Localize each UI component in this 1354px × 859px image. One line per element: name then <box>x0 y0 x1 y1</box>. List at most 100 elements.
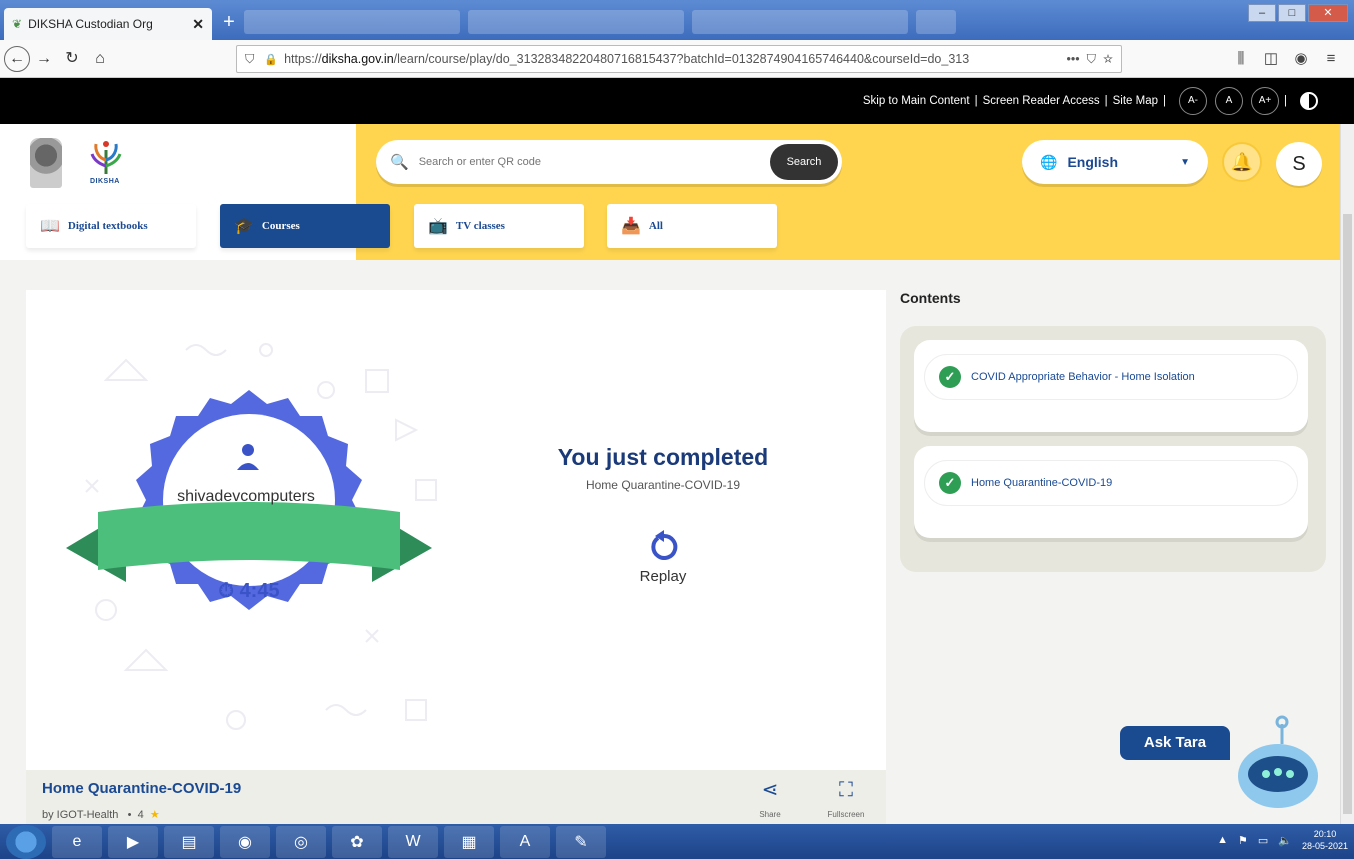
badge-time: ⏱ 4:45 <box>194 580 304 603</box>
fullscreen-button[interactable]: ⛶ Fullscreen <box>816 778 876 819</box>
chevron-down-icon: ▼ <box>1180 156 1190 168</box>
flag-icon[interactable]: ⚑ <box>1238 834 1248 847</box>
contents-heading: Contents <box>900 290 961 306</box>
browser-tab-background[interactable] <box>468 10 684 34</box>
forward-icon[interactable]: → <box>30 45 58 73</box>
volume-icon[interactable]: 🔈 <box>1278 834 1292 847</box>
accessibility-bar: Skip to Main Content | Screen Reader Acc… <box>0 78 1354 124</box>
content-item[interactable]: ✓ Home Quarantine-COVID-19 <box>914 446 1308 538</box>
os-taskbar: e ▶ ▤ ◉ ◎ ✿ W ▦ A ✎ ▲ ⚑ ▭ 🔈 20:10 28-05-… <box>0 824 1354 859</box>
site-map-link[interactable]: Site Map <box>1113 95 1158 107</box>
clock-time: 20:10 <box>1313 829 1337 839</box>
course-title: Home Quarantine-COVID-19 <box>42 780 242 797</box>
browser-tab-background[interactable] <box>692 10 908 34</box>
minimize-icon[interactable]: – <box>1248 4 1276 22</box>
reload-icon[interactable]: ↻ <box>58 45 86 73</box>
clock[interactable]: 20:10 28-05-2021 <box>1302 828 1348 852</box>
media-player-icon[interactable]: ▶ <box>108 825 158 858</box>
account-icon[interactable]: ◉ <box>1286 45 1316 73</box>
tab-all[interactable]: 📥 All <box>607 204 777 248</box>
search-input[interactable] <box>418 156 770 168</box>
screen-reader-link[interactable]: Screen Reader Access <box>983 95 1100 107</box>
browser-tab-bar: ❦ DIKSHA Custodian Org ✕ + – □ ✕ <box>0 0 1354 40</box>
globe-icon: 🌐 <box>1040 153 1058 170</box>
close-tab-icon[interactable]: ✕ <box>192 16 204 33</box>
divider: | <box>1284 95 1287 107</box>
tab-tv-classes[interactable]: 📺 TV classes <box>414 204 584 248</box>
library-icon[interactable]: ⫼ <box>1226 45 1256 73</box>
paint-icon[interactable]: ✎ <box>556 825 606 858</box>
content-item[interactable]: ✓ COVID Appropriate Behavior - Home Isol… <box>914 340 1308 432</box>
window-close-icon[interactable]: ✕ <box>1308 4 1348 22</box>
diksha-favicon-icon: ❦ <box>12 17 23 31</box>
browser-tab-active[interactable]: ❦ DIKSHA Custodian Org ✕ <box>4 8 212 40</box>
chrome-icon[interactable]: ◎ <box>276 825 326 858</box>
replay-button[interactable]: Replay <box>616 568 710 585</box>
lock-icon[interactable]: 🔒 <box>264 53 278 66</box>
star-icon: ★ <box>146 809 160 821</box>
robot-assistant-icon[interactable] <box>1234 714 1322 818</box>
search-bar: 🔍 Search <box>376 140 842 184</box>
font-normal-button[interactable]: A <box>1215 87 1243 115</box>
pdf-icon[interactable]: A <box>500 825 550 858</box>
content-item-title: COVID Appropriate Behavior - Home Isolat… <box>971 371 1195 383</box>
screen-capture-icon[interactable]: ▦ <box>444 825 494 858</box>
firefox-icon[interactable]: ◉ <box>220 825 270 858</box>
folder-icon[interactable]: ▤ <box>164 825 214 858</box>
ask-tara-button[interactable]: Ask Tara <box>1120 726 1230 760</box>
font-increase-button[interactable]: A+ <box>1251 87 1279 115</box>
avatar[interactable]: S <box>1276 142 1322 186</box>
system-tray: ▲ ⚑ ▭ 🔈 20:10 28-05-2021 <box>1217 828 1348 852</box>
check-icon: ✓ <box>939 366 961 388</box>
sidebar-icon[interactable]: ◫ <box>1256 45 1286 73</box>
maximize-icon[interactable]: □ <box>1278 4 1306 22</box>
content-item-row[interactable]: ✓ COVID Appropriate Behavior - Home Isol… <box>924 354 1298 400</box>
browser-tab-title: DIKSHA Custodian Org <box>28 17 153 31</box>
search-icon: 🔍 <box>390 154 409 171</box>
divider: | <box>974 95 978 107</box>
shield-icon[interactable]: ⛉ <box>245 52 254 67</box>
tab-label: Courses <box>261 220 300 232</box>
url-prefix: https:// <box>284 52 322 66</box>
browser-tab-background[interactable] <box>916 10 956 34</box>
player-footer: Home Quarantine-COVID-19 by IGOT-Health … <box>26 770 886 824</box>
word-icon[interactable]: W <box>388 825 438 858</box>
browser-tab-background[interactable] <box>244 10 460 34</box>
contrast-toggle-icon[interactable] <box>1300 92 1318 110</box>
inbox-icon: 📥 <box>621 218 641 235</box>
url-path: /learn/course/play/do_313283482204807168… <box>393 52 970 66</box>
course-author: by IGOT-Health • 4 ★ <box>42 808 160 821</box>
new-tab-icon[interactable]: + <box>218 12 240 34</box>
badge-time-value: 4:45 <box>239 580 280 602</box>
national-emblem-icon <box>30 138 62 188</box>
content-item-row[interactable]: ✓ Home Quarantine-COVID-19 <box>924 460 1298 506</box>
address-bar[interactable]: ⛉ 🔒 https:// diksha.gov.in /learn/course… <box>236 45 1122 73</box>
completed-course-name: Home Quarantine-COVID-19 <box>585 478 741 492</box>
bookmark-star-icon[interactable]: ☆ <box>1100 52 1113 66</box>
search-button[interactable]: Search <box>770 144 838 180</box>
back-icon[interactable]: ← <box>4 45 30 72</box>
home-icon[interactable]: ⌂ <box>86 45 114 73</box>
menu-icon[interactable]: ≡ <box>1316 45 1346 73</box>
replay-icon[interactable] <box>650 530 678 560</box>
tray-expand-icon[interactable]: ▲ <box>1217 834 1228 846</box>
share-label: Share <box>759 810 781 819</box>
page-scrollbar[interactable] <box>1340 124 1354 824</box>
photos-icon[interactable]: ✿ <box>332 825 382 858</box>
ie-icon[interactable]: e <box>52 825 102 858</box>
completion-title: You just completed <box>557 444 769 470</box>
skip-to-main-link[interactable]: Skip to Main Content <box>863 95 970 107</box>
diksha-logo-icon[interactable] <box>90 136 122 176</box>
pocket-icon[interactable]: ⛉ <box>1083 52 1096 66</box>
user-icon <box>237 444 259 470</box>
start-button[interactable] <box>6 824 46 859</box>
language-selector[interactable]: 🌐 English ▼ <box>1022 140 1208 184</box>
share-button[interactable]: ⋖ Share <box>740 778 800 819</box>
page-actions-icon[interactable]: ••• <box>1067 52 1080 66</box>
font-decrease-button[interactable]: A- <box>1179 87 1207 115</box>
scrollbar-thumb[interactable] <box>1343 214 1352 814</box>
network-icon[interactable]: ▭ <box>1258 834 1268 847</box>
tab-digital-textbooks[interactable]: 📖 Digital textbooks <box>26 204 196 248</box>
notification-bell-icon[interactable]: 🔔 <box>1222 142 1262 182</box>
tab-courses[interactable]: 🎓 Courses <box>220 204 390 248</box>
